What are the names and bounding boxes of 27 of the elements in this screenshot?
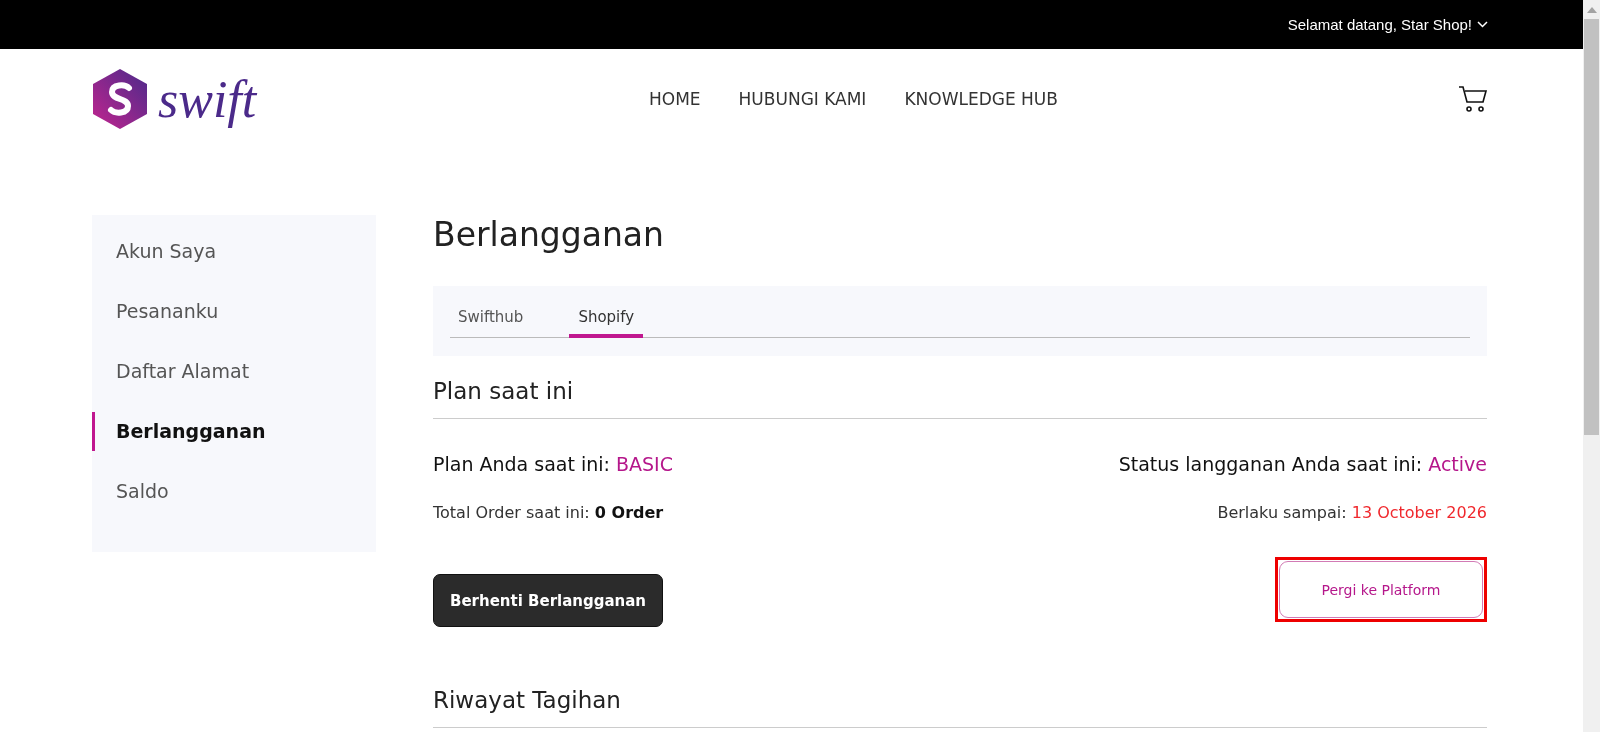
nav-link[interactable]: HUBUNGI KAMI [738, 89, 867, 109]
nav-link[interactable]: KNOWLEDGE HUB [904, 89, 1058, 109]
page-title: Berlangganan [433, 215, 665, 256]
tab[interactable]: Shopify [569, 302, 644, 338]
scroll-up-icon[interactable] [1586, 7, 1597, 13]
user-menu[interactable]: Selamat datang, Star Shop! [1287, 16, 1488, 33]
scrollbar-thumb[interactable] [1584, 19, 1599, 435]
sidebar-item[interactable]: Akun Saya [92, 232, 376, 292]
logo-hexagon-icon [92, 68, 148, 130]
unsubscribe-button[interactable]: Berhenti Berlangganan [433, 574, 663, 627]
chevron-down-icon [1477, 21, 1488, 28]
valid-until-text: Berlaku sampai: 13 October 2026 [1217, 503, 1487, 522]
sidebar-item[interactable]: Daftar Alamat [92, 352, 376, 412]
sidebar-item[interactable]: Saldo [92, 472, 376, 532]
status-text: Status langganan Anda saat ini: Active [1118, 453, 1487, 475]
logo-wordmark[interactable]: swift [158, 69, 257, 129]
platform-button[interactable]: Pergi ke Platform [1279, 561, 1483, 618]
nav-link[interactable]: HOME [649, 89, 701, 109]
tab[interactable]: Swifthub [450, 302, 532, 338]
order-total-text: Total Order saat ini: 0 Order [433, 503, 664, 522]
sidebar-item[interactable]: Berlangganan [92, 412, 376, 451]
plan-text: Plan Anda saat ini: BASIC [433, 453, 673, 475]
cart-icon[interactable] [1458, 85, 1488, 113]
sidebar-item[interactable]: Pesananku [92, 292, 376, 352]
section-heading: Riwayat Tagihan [433, 665, 1487, 728]
section-heading: Plan saat ini [433, 356, 1487, 419]
scrollbar[interactable] [1583, 0, 1600, 732]
